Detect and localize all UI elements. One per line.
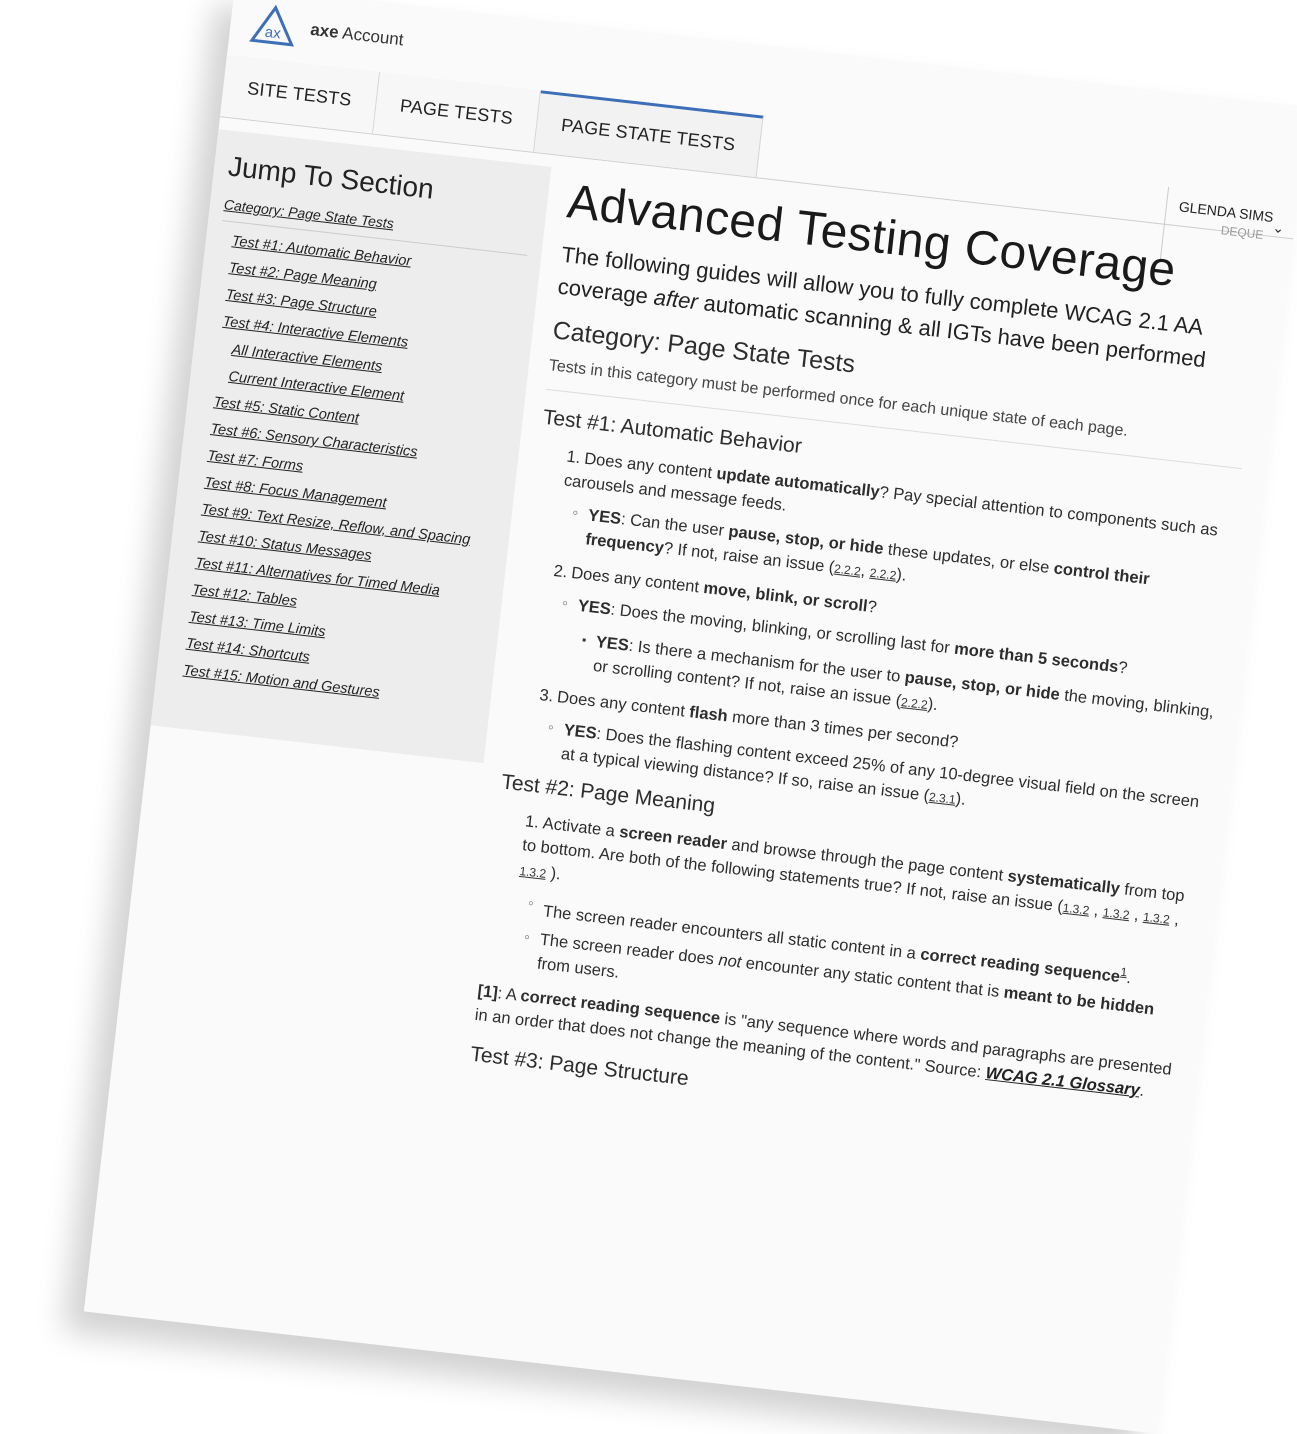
footnote-link[interactable]: 1	[1120, 965, 1128, 980]
wcag-ref-link[interactable]: 2.3.1	[928, 790, 956, 807]
wcag-ref-link[interactable]: 1.3.2	[1062, 901, 1090, 918]
jump-to-section-sidebar: Jump To Section Category: Page State Tes…	[150, 129, 552, 764]
wcag-ref-link[interactable]: 2.2.2	[869, 566, 897, 583]
chevron-down-icon[interactable]: ⌄	[1272, 219, 1285, 237]
svg-text:ax: ax	[264, 24, 282, 43]
wcag-ref-link[interactable]: 1.3.2	[519, 864, 547, 881]
brand-name: axe Account	[309, 19, 405, 50]
wcag-ref-link[interactable]: 2.2.2	[900, 695, 928, 712]
main-content: Advanced Testing Coverage The following …	[468, 174, 1266, 1157]
sidebar-list: Test #1: Automatic Behavior Test #2: Pag…	[170, 227, 527, 718]
page-sheet: ax axe Account SITE TESTS PAGE TESTS PAG…	[83, 0, 1297, 1434]
wcag-ref-link[interactable]: 1.3.2	[1102, 905, 1130, 922]
tab-site-tests[interactable]: SITE TESTS	[220, 54, 380, 134]
axe-logo-icon: ax	[248, 2, 298, 49]
wcag-ref-link[interactable]: 1.3.2	[1142, 910, 1170, 927]
wcag-ref-link[interactable]: 2.2.2	[833, 562, 861, 579]
brand[interactable]: ax axe Account	[248, 2, 405, 61]
tab-page-state-tests[interactable]: PAGE STATE TESTS	[534, 90, 764, 178]
tab-page-tests[interactable]: PAGE TESTS	[372, 71, 542, 152]
